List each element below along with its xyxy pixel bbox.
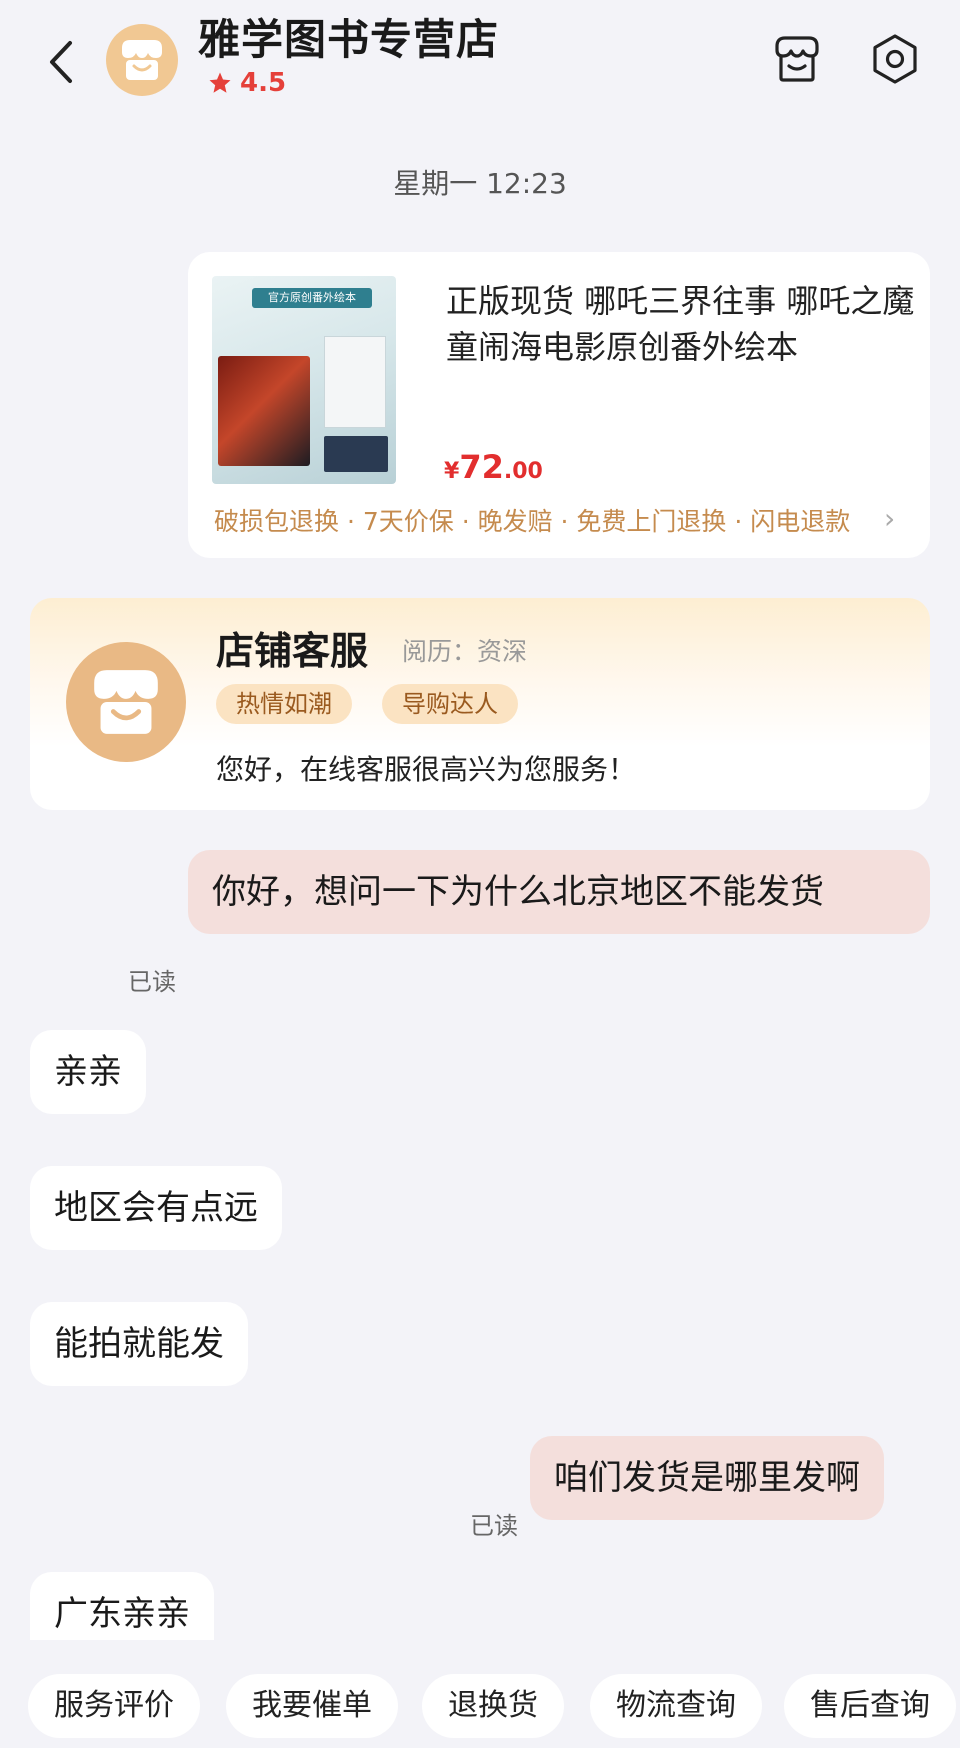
back-button[interactable] (36, 30, 86, 94)
customer-service-card: 店铺客服 阅历：资深 热情如潮 导购达人 您好，在线客服很高兴为您服务！ (30, 598, 930, 810)
shop-name[interactable]: 雅学图书专营店 (198, 6, 499, 67)
product-service-tags[interactable]: 破损包退换 · 7天价保 · 晚发赔 · 免费上门退换 · 闪电退款 (214, 502, 874, 538)
shop-avatar[interactable] (106, 24, 178, 96)
message-bubble-received[interactable]: 地区会有点远 (30, 1166, 282, 1250)
product-image[interactable]: 官方原创番外绘本 (212, 276, 396, 484)
rating-value: 4.5 (240, 68, 287, 98)
service-greeting: 您好，在线客服很高兴为您服务！ (216, 753, 637, 786)
product-price: ¥72.00 (444, 448, 543, 486)
quick-reply-service-rating[interactable]: 服务评价 (28, 1674, 200, 1738)
shop-rating: 4.5 (208, 68, 286, 98)
message-clip: 广东亲亲 (0, 1560, 960, 1640)
message-bubble-received[interactable]: 广东亲亲 (30, 1572, 214, 1640)
settings-button[interactable] (866, 30, 924, 88)
read-status: 已读 (470, 1512, 518, 1540)
quick-reply-return-exchange[interactable]: 退换货 (422, 1674, 564, 1738)
service-name: 店铺客服 (216, 629, 369, 673)
quick-reply-bar: 服务评价 我要催单 退换货 物流查询 售后查询 (0, 1668, 960, 1748)
quick-reply-after-sales[interactable]: 售后查询 (784, 1674, 956, 1738)
star-icon (209, 72, 231, 93)
product-image-banner: 官方原创番外绘本 (252, 288, 372, 308)
store-button[interactable] (768, 30, 826, 88)
read-status: 已读 (128, 968, 176, 996)
quick-reply-logistics[interactable]: 物流查询 (590, 1674, 762, 1738)
message-bubble-received[interactable]: 能拍就能发 (30, 1302, 248, 1386)
message-bubble-received[interactable]: 亲亲 (30, 1030, 146, 1114)
service-avatar[interactable] (66, 642, 186, 762)
message-timestamp: 星期一 12:23 (393, 167, 567, 200)
back-chevron-icon (50, 41, 72, 83)
chevron-right-icon[interactable]: › (884, 502, 895, 535)
service-badge: 导购达人 (382, 684, 518, 724)
store-icon (775, 36, 819, 82)
shop-avatar-icon (122, 40, 162, 80)
product-card[interactable]: 官方原创番外绘本 正版现货 哪吒三界往事 哪吒之魔童闹海电影原创番外绘本 ¥72… (188, 252, 930, 558)
quick-reply-urge-order[interactable]: 我要催单 (226, 1674, 398, 1738)
message-bubble-sent[interactable]: 你好，想问一下为什么北京地区不能发货 (188, 850, 930, 934)
settings-icon (873, 34, 917, 84)
service-avatar-icon (94, 670, 158, 734)
product-title[interactable]: 正版现货 哪吒三界往事 哪吒之魔童闹海电影原创番外绘本 (446, 278, 916, 370)
service-experience: 阅历：资深 (402, 637, 528, 666)
service-badge: 热情如潮 (216, 684, 352, 724)
message-bubble-sent[interactable]: 咱们发货是哪里发啊 (530, 1436, 884, 1520)
